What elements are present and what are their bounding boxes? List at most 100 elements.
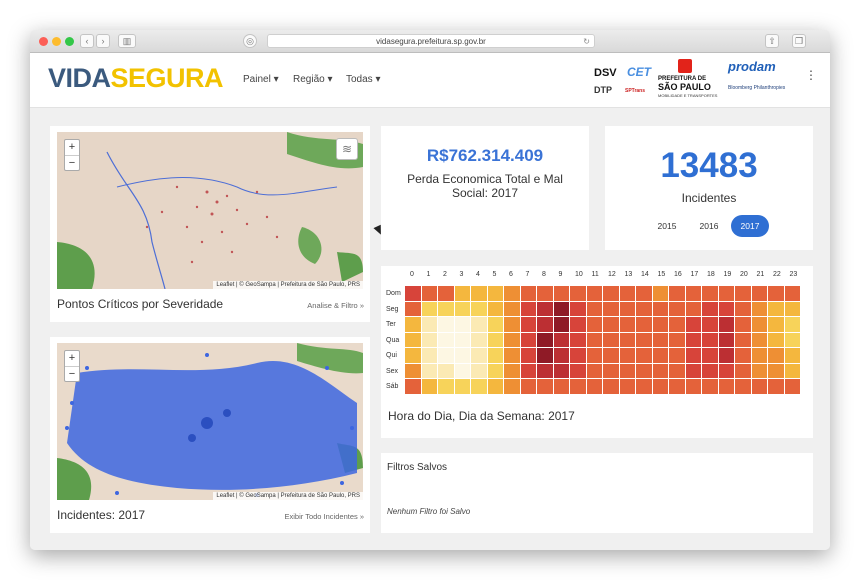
heatmap-cell[interactable] xyxy=(718,332,734,347)
heatmap-cell[interactable] xyxy=(487,379,503,394)
heatmap-cell[interactable] xyxy=(636,317,652,332)
heatmap-cell[interactable] xyxy=(537,286,553,301)
heatmap-cell[interactable] xyxy=(669,348,685,363)
heatmap-cell[interactable] xyxy=(768,317,784,332)
heatmap-cell[interactable] xyxy=(669,301,685,316)
heatmap-cell[interactable] xyxy=(735,286,751,301)
menu-todas[interactable]: Todas ▾ xyxy=(346,74,380,85)
heatmap-cell[interactable] xyxy=(735,348,751,363)
share-icon[interactable]: ⇧ xyxy=(765,34,779,48)
heatmap-cell[interactable] xyxy=(669,317,685,332)
heatmap-cell[interactable] xyxy=(652,286,668,301)
heatmap-cell[interactable] xyxy=(702,379,718,394)
heatmap-cell[interactable] xyxy=(784,301,800,316)
heatmap-cell[interactable] xyxy=(735,317,751,332)
heatmap-cell[interactable] xyxy=(669,332,685,347)
heatmap-cell[interactable] xyxy=(636,379,652,394)
heatmap-cell[interactable] xyxy=(454,348,470,363)
analise-filtro-link[interactable]: Analise & Filtro » xyxy=(307,301,364,310)
heatmap-cell[interactable] xyxy=(652,332,668,347)
heatmap-cell[interactable] xyxy=(438,317,454,332)
heatmap-cell[interactable] xyxy=(784,286,800,301)
heatmap-cell[interactable] xyxy=(586,379,602,394)
heatmap-cell[interactable] xyxy=(487,317,503,332)
heatmap-cell[interactable] xyxy=(487,363,503,378)
heatmap-cell[interactable] xyxy=(586,332,602,347)
heatmap-cell[interactable] xyxy=(405,332,421,347)
vida-segura-logo[interactable]: VIDASEGURA xyxy=(48,63,224,94)
heatmap-cell[interactable] xyxy=(537,301,553,316)
heatmap-cell[interactable] xyxy=(603,286,619,301)
heatmap-cell[interactable] xyxy=(603,379,619,394)
heatmap-cell[interactable] xyxy=(421,332,437,347)
heatmap-cell[interactable] xyxy=(735,363,751,378)
heatmap-cell[interactable] xyxy=(504,363,520,378)
heatmap-cell[interactable] xyxy=(784,363,800,378)
heatmap-cell[interactable] xyxy=(454,317,470,332)
heatmap-cell[interactable] xyxy=(702,363,718,378)
heatmap-cell[interactable] xyxy=(487,301,503,316)
heatmap-cell[interactable] xyxy=(487,332,503,347)
heatmap-cell[interactable] xyxy=(537,363,553,378)
heatmap-cell[interactable] xyxy=(718,363,734,378)
heatmap-cell[interactable] xyxy=(751,379,767,394)
shield-icon[interactable]: ◎ xyxy=(243,34,257,48)
heatmap-cell[interactable] xyxy=(751,317,767,332)
address-bar[interactable]: vidasegura.prefeitura.sp.gov.br ↻ xyxy=(267,34,595,48)
more-options-icon[interactable]: ⋮ xyxy=(805,68,817,82)
menu-regiao[interactable]: Região ▾ xyxy=(293,74,333,85)
heatmap-cell[interactable] xyxy=(685,379,701,394)
zoom-in-button[interactable]: + xyxy=(65,140,79,155)
heatmap-cell[interactable] xyxy=(421,348,437,363)
heatmap-cell[interactable] xyxy=(702,317,718,332)
heatmap-cell[interactable] xyxy=(454,363,470,378)
heatmap-cell[interactable] xyxy=(471,379,487,394)
tabs-icon[interactable]: ❐ xyxy=(792,34,806,48)
heatmap-cell[interactable] xyxy=(685,363,701,378)
heatmap-cell[interactable] xyxy=(487,286,503,301)
heatmap-cell[interactable] xyxy=(586,286,602,301)
heatmap-cell[interactable] xyxy=(636,301,652,316)
heatmap-cell[interactable] xyxy=(537,379,553,394)
heatmap-cell[interactable] xyxy=(553,363,569,378)
heatmap-cell[interactable] xyxy=(421,317,437,332)
heatmap-cell[interactable] xyxy=(702,286,718,301)
heatmap-cell[interactable] xyxy=(471,317,487,332)
layers-icon[interactable]: ≋ xyxy=(336,138,358,160)
heatmap-cell[interactable] xyxy=(520,348,536,363)
heatmap-cell[interactable] xyxy=(520,332,536,347)
heatmap-cell[interactable] xyxy=(652,363,668,378)
forward-icon[interactable]: › xyxy=(96,34,110,48)
heatmap-cell[interactable] xyxy=(751,301,767,316)
heatmap-cell[interactable] xyxy=(603,348,619,363)
heatmap-cell[interactable] xyxy=(652,348,668,363)
heatmap-cell[interactable] xyxy=(685,286,701,301)
heatmap-cell[interactable] xyxy=(570,286,586,301)
heatmap-cell[interactable] xyxy=(619,332,635,347)
heatmap-cell[interactable] xyxy=(735,332,751,347)
heatmap-cell[interactable] xyxy=(784,332,800,347)
heatmap-cell[interactable] xyxy=(438,379,454,394)
heatmap-cell[interactable] xyxy=(619,348,635,363)
incidents-map[interactable]: + − Leaflet | © GeoSampa | Prefeitura de… xyxy=(57,343,363,500)
heatmap-cell[interactable] xyxy=(454,286,470,301)
heatmap-cell[interactable] xyxy=(570,348,586,363)
heatmap-cell[interactable] xyxy=(718,348,734,363)
heatmap-cell[interactable] xyxy=(570,317,586,332)
heatmap-cell[interactable] xyxy=(570,379,586,394)
heatmap-cell[interactable] xyxy=(586,317,602,332)
heatmap-cell[interactable] xyxy=(438,286,454,301)
heatmap-cell[interactable] xyxy=(735,301,751,316)
heatmap-cell[interactable] xyxy=(718,379,734,394)
heatmap-cell[interactable] xyxy=(520,317,536,332)
heatmap-cell[interactable] xyxy=(603,317,619,332)
heatmap-cell[interactable] xyxy=(504,379,520,394)
heatmap-cell[interactable] xyxy=(603,332,619,347)
heatmap-cell[interactable] xyxy=(702,348,718,363)
heatmap-cell[interactable] xyxy=(471,363,487,378)
heatmap-cell[interactable] xyxy=(471,348,487,363)
heatmap-cell[interactable] xyxy=(504,317,520,332)
heatmap-cell[interactable] xyxy=(603,301,619,316)
heatmap-cell[interactable] xyxy=(768,301,784,316)
heatmap-cell[interactable] xyxy=(438,363,454,378)
